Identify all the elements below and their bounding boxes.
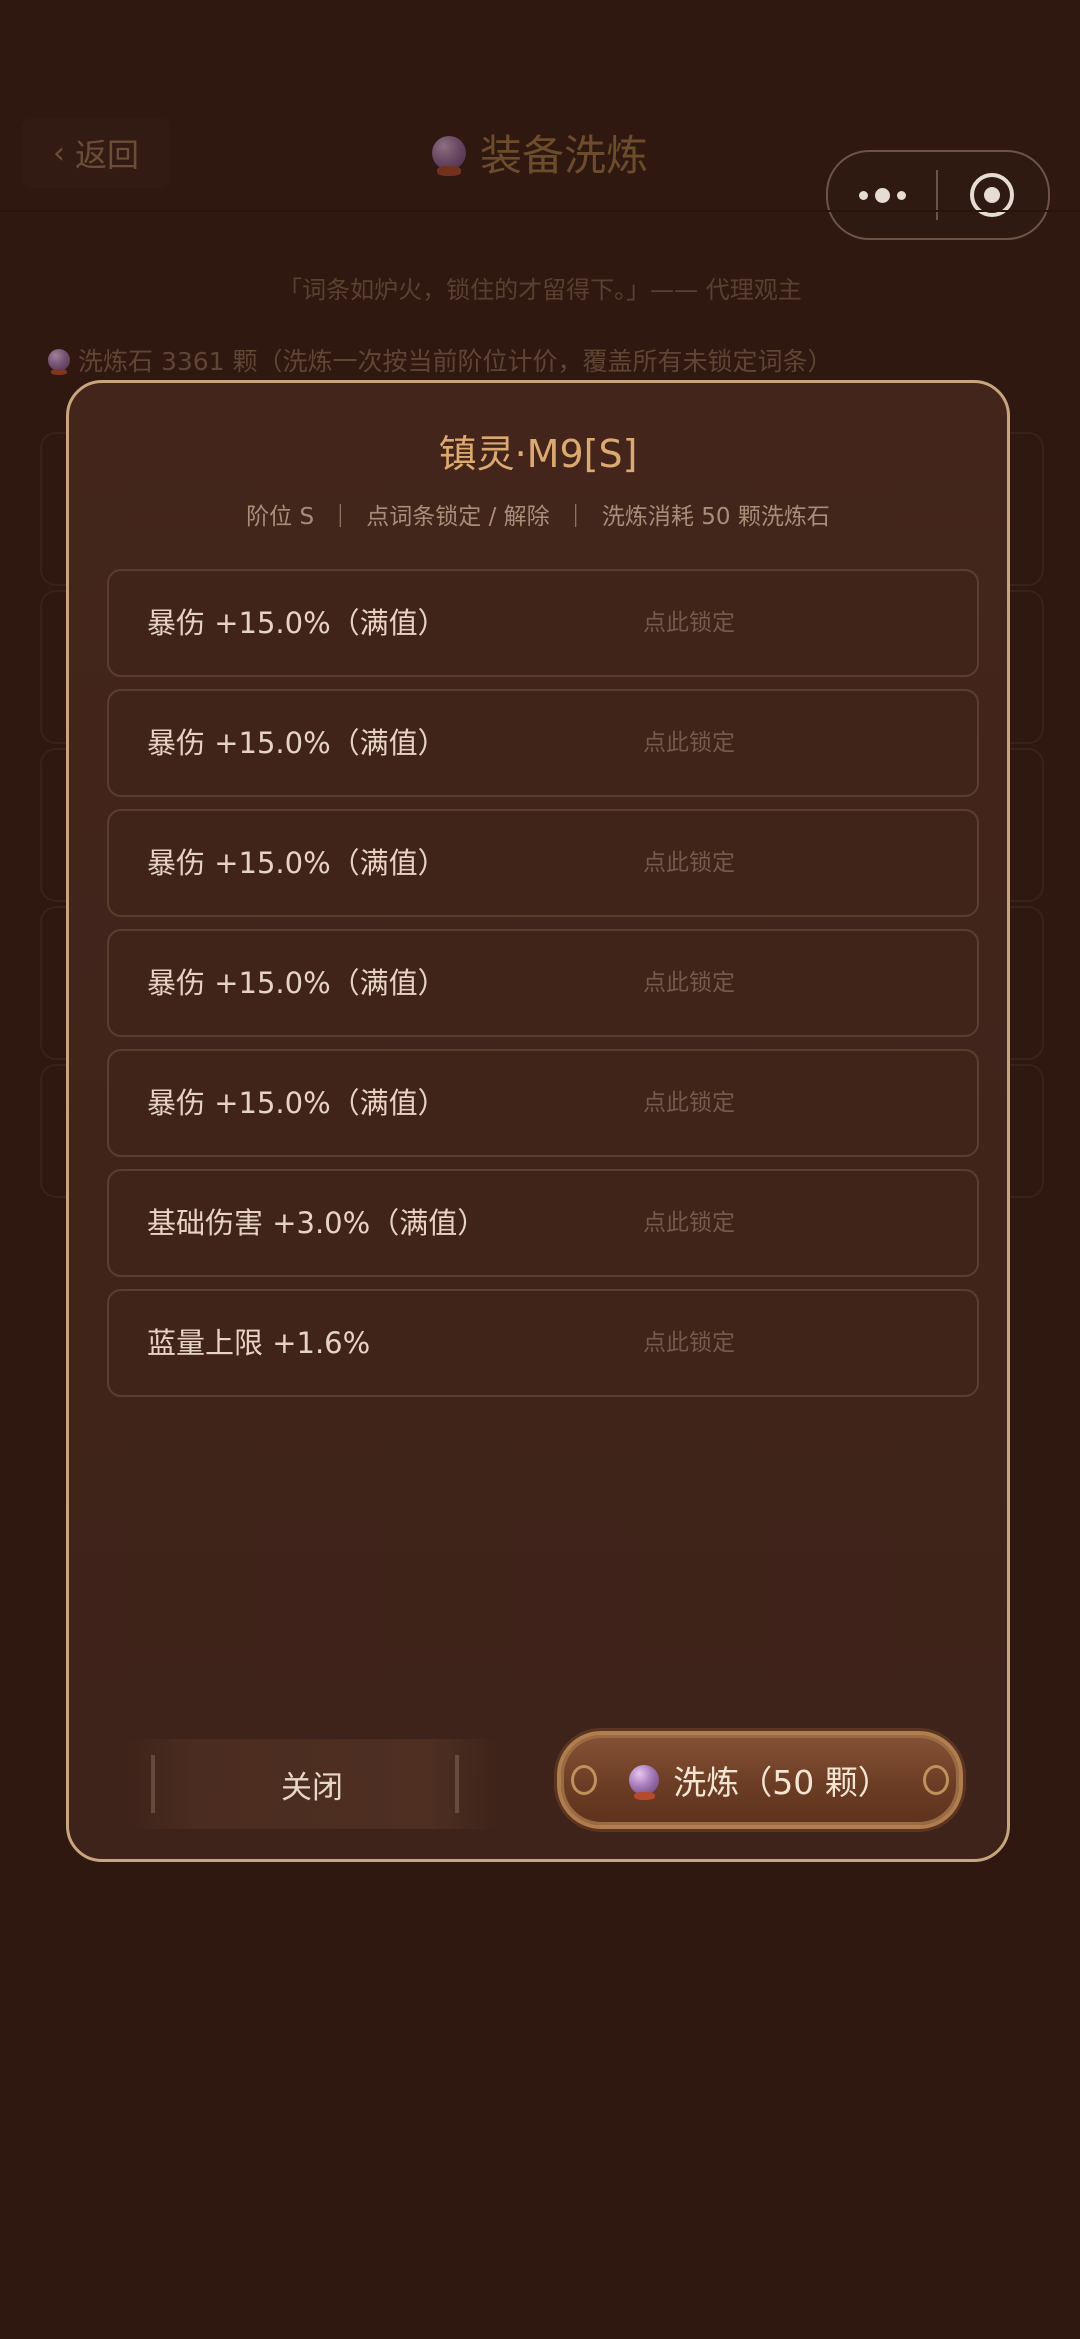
stones-info-text: 洗炼石 3361 颗（洗炼一次按当前阶位计价，覆盖所有未锁定词条） <box>78 347 833 376</box>
lock-hint[interactable]: 点此锁定 <box>643 691 735 795</box>
stones-info: 洗炼石 3361 颗（洗炼一次按当前阶位计价，覆盖所有未锁定词条） <box>48 342 833 378</box>
crystal-orb-icon <box>629 1765 660 1801</box>
ornament-icon <box>923 1765 949 1795</box>
affix-text: 暴伤 +15.0%（满值） <box>147 726 447 760</box>
affix-row[interactable]: 暴伤 +15.0%（满值） 点此锁定 <box>107 809 979 917</box>
affix-text: 暴伤 +15.0%（满值） <box>147 846 447 880</box>
affix-row[interactable]: 暴伤 +15.0%（满值） 点此锁定 <box>107 569 979 677</box>
lock-hint[interactable]: 点此锁定 <box>643 1171 735 1275</box>
lock-hint[interactable]: 点此锁定 <box>643 931 735 1035</box>
more-dots-icon[interactable] <box>828 152 936 238</box>
affix-text: 基础伤害 +3.0%（满值） <box>147 1206 487 1240</box>
affix-text: 暴伤 +15.0%（满值） <box>147 606 447 640</box>
lock-hint[interactable]: 点此锁定 <box>643 811 735 915</box>
ornament-icon <box>571 1765 597 1795</box>
lock-hint[interactable]: 点此锁定 <box>643 1051 735 1155</box>
wash-button-label: 洗炼（50 颗） <box>673 1763 891 1802</box>
close-button[interactable]: 关闭 <box>127 1739 497 1829</box>
affix-list: 暴伤 +15.0%（满值） 点此锁定 暴伤 +15.0%（满值） 点此锁定 暴伤… <box>107 569 979 1409</box>
affix-row[interactable]: 基础伤害 +3.0%（满值） 点此锁定 <box>107 1169 979 1277</box>
target-circle-icon[interactable] <box>938 152 1046 238</box>
affix-row[interactable]: 暴伤 +15.0%（满值） 点此锁定 <box>107 929 979 1037</box>
lock-hint[interactable]: 点此锁定 <box>643 1291 735 1395</box>
header-divider <box>0 210 1080 212</box>
close-button-label: 关闭 <box>281 1769 343 1806</box>
affix-text: 暴伤 +15.0%（满值） <box>147 966 447 1000</box>
affix-text: 暴伤 +15.0%（满值） <box>147 1086 447 1120</box>
mini-program-capsule <box>826 150 1050 240</box>
page-title-text: 装备洗炼 <box>479 131 648 180</box>
affix-row[interactable]: 蓝量上限 +1.6% 点此锁定 <box>107 1289 979 1397</box>
modal-subtitle: 阶位 S ｜ 点词条锁定 / 解除 ｜ 洗炼消耗 50 颗洗炼石 <box>246 504 830 530</box>
wash-button[interactable]: 洗炼（50 颗） <box>557 1731 963 1829</box>
affix-row[interactable]: 暴伤 +15.0%（满值） 点此锁定 <box>107 689 979 797</box>
modal-title: 镇灵·M9[S] <box>438 432 638 476</box>
affix-row[interactable]: 暴伤 +15.0%（满值） 点此锁定 <box>107 1049 979 1157</box>
crystal-orb-icon <box>48 349 70 375</box>
wash-modal: 镇灵·M9[S] 阶位 S ｜ 点词条锁定 / 解除 ｜ 洗炼消耗 50 颗洗炼… <box>66 380 1010 1862</box>
quote-text: 「词条如炉火，锁住的才留得下。」—— 代理观主 <box>278 276 802 304</box>
crystal-orb-icon <box>431 135 466 176</box>
lock-hint[interactable]: 点此锁定 <box>643 571 735 675</box>
affix-text: 蓝量上限 +1.6% <box>147 1326 371 1360</box>
